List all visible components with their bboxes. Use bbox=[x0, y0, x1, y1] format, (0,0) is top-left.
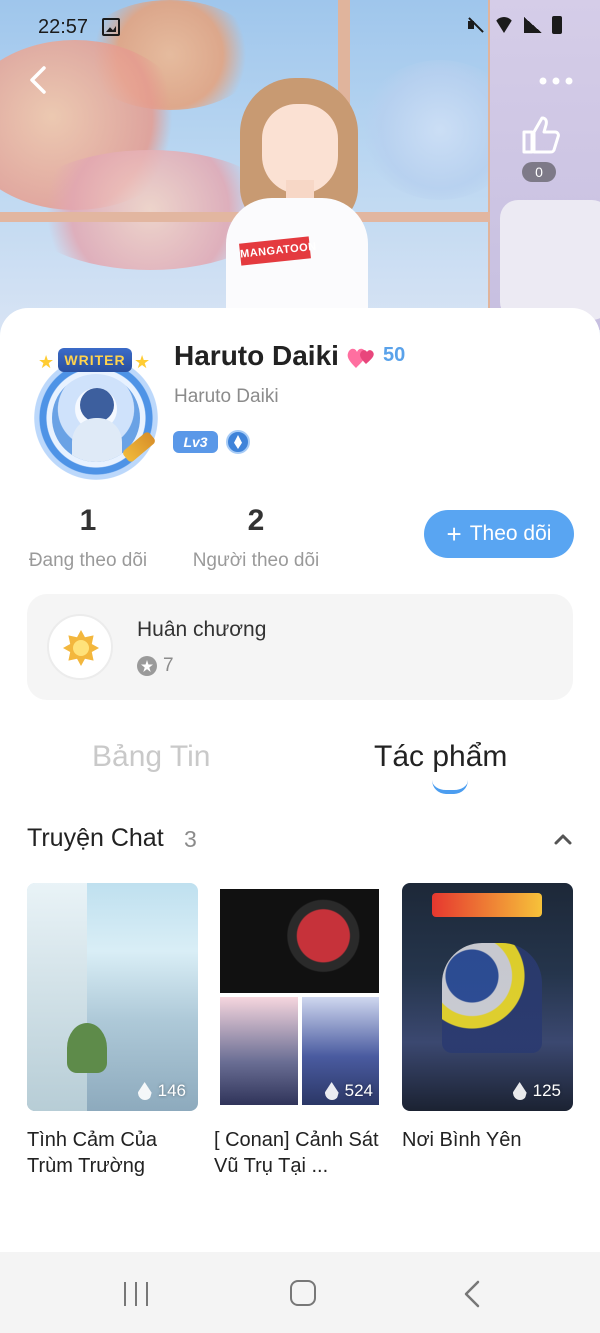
hearts-count: 50 bbox=[383, 344, 406, 366]
story-title: [ Conan] Cảnh Sát Vũ Trụ Tại ... bbox=[214, 1129, 379, 1177]
flame-icon bbox=[137, 1082, 152, 1100]
story-cover: 146 bbox=[27, 883, 198, 1111]
chevron-up-icon[interactable] bbox=[552, 828, 574, 850]
more-options-button[interactable] bbox=[538, 72, 574, 90]
flame-icon bbox=[512, 1082, 527, 1100]
following-label: Đang theo dõi bbox=[28, 550, 148, 571]
followers-stat[interactable]: 2 Người theo dõi bbox=[186, 504, 326, 572]
status-bar: 22:57 bbox=[0, 0, 600, 56]
story-cover: 524 bbox=[214, 883, 385, 1111]
back-arrow-icon bbox=[30, 66, 46, 94]
story-card[interactable]: 524 [ Conan] Cảnh Sát Vũ Trụ Tại ... bbox=[214, 883, 385, 1179]
profile-banner: MANGATOON 22:57 0 bbox=[0, 0, 600, 340]
status-time: 22:57 bbox=[38, 16, 89, 38]
user-name: Haruto Daiki bbox=[174, 340, 339, 371]
home-icon[interactable] bbox=[290, 1280, 316, 1306]
gallery-icon bbox=[102, 18, 120, 36]
following-count: 1 bbox=[79, 504, 97, 537]
profile-card: ★ ★ WRITER Haruto Daiki 50 Haruto Daiki … bbox=[0, 308, 600, 1252]
follow-button[interactable]: + Theo dõi bbox=[424, 510, 574, 558]
flame-icon bbox=[324, 1082, 339, 1100]
star-icon: ★ bbox=[134, 352, 151, 372]
story-card[interactable]: 125 Nơi Bình Yên bbox=[402, 883, 573, 1153]
star-icon: ★ bbox=[38, 352, 55, 372]
like-count: 0 bbox=[522, 162, 556, 182]
wifi-icon bbox=[494, 17, 514, 33]
medals-title: Huân chương bbox=[137, 618, 267, 641]
followers-label: Người theo dõi bbox=[192, 550, 320, 571]
signal-icon bbox=[524, 17, 542, 33]
hearts-icon bbox=[347, 348, 374, 368]
back-icon[interactable] bbox=[462, 1280, 482, 1308]
star-icon bbox=[137, 656, 157, 676]
tab-news-feed[interactable]: Bảng Tin bbox=[92, 740, 210, 774]
active-tab-indicator bbox=[432, 780, 468, 794]
medals-count: 7 bbox=[163, 655, 174, 676]
medals-panel[interactable]: Huân chương 7 bbox=[27, 594, 573, 700]
more-dots-icon bbox=[539, 77, 573, 85]
section-title: Truyện Chat bbox=[27, 824, 164, 852]
story-views: 125 bbox=[512, 1081, 561, 1101]
following-stat[interactable]: 1 Đang theo dõi bbox=[24, 504, 152, 572]
tab-works[interactable]: Tác phẩm bbox=[374, 740, 507, 774]
plus-icon: + bbox=[446, 519, 462, 549]
avatar[interactable]: ★ ★ WRITER bbox=[28, 344, 162, 480]
ethereum-badge-icon[interactable] bbox=[226, 430, 250, 454]
story-title: Nơi Bình Yên bbox=[402, 1129, 522, 1151]
mute-icon bbox=[466, 16, 484, 34]
writer-badge: WRITER bbox=[58, 348, 132, 372]
story-card[interactable]: 146 Tình Cảm Của Trùm Trường bbox=[27, 883, 198, 1179]
user-handle: Haruto Daiki bbox=[174, 386, 279, 407]
follow-button-label: Theo dõi bbox=[469, 522, 552, 545]
system-nav-bar bbox=[0, 1252, 600, 1333]
story-title: Tình Cảm Của Trùm Trường bbox=[27, 1129, 158, 1177]
back-button[interactable] bbox=[22, 62, 58, 98]
story-views: 524 bbox=[324, 1081, 373, 1101]
medal-icon bbox=[47, 614, 113, 680]
story-cover: 125 bbox=[402, 883, 573, 1111]
recent-apps-icon[interactable] bbox=[122, 1282, 150, 1306]
followers-count: 2 bbox=[247, 504, 265, 537]
section-count: 3 bbox=[184, 826, 197, 852]
like-button[interactable] bbox=[518, 112, 562, 156]
battery-icon bbox=[552, 16, 562, 34]
story-views: 146 bbox=[137, 1081, 186, 1101]
thumbs-up-icon bbox=[522, 116, 560, 154]
level-badge[interactable]: Lv3 bbox=[173, 431, 218, 453]
